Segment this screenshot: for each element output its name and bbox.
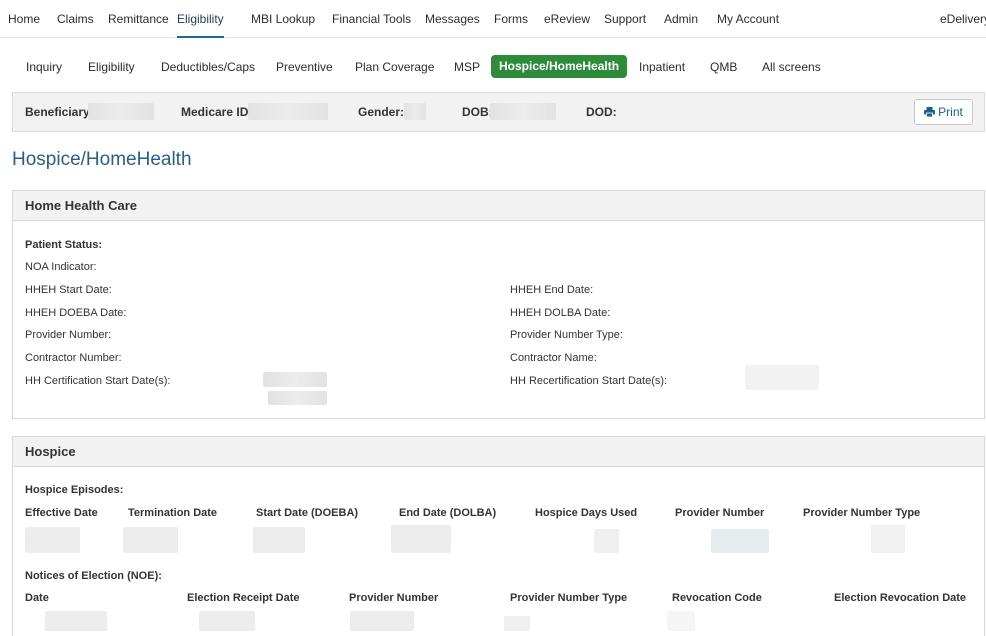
noe-provider-number-type-redacted xyxy=(504,616,530,631)
top-navigation: Home Claims Remittance Eligibility MBI L… xyxy=(0,0,986,38)
noe-label: Notices of Election (NOE): xyxy=(25,570,162,582)
episode-start-date-redacted xyxy=(253,527,305,553)
page-title: Hospice/HomeHealth xyxy=(12,149,192,170)
noe-date-redacted xyxy=(45,611,107,631)
col-start-date-doeba: Start Date (DOEBA) xyxy=(256,507,359,519)
hheh-start-date-label: HHEH Start Date: xyxy=(25,284,112,296)
episode-days-used-redacted xyxy=(594,529,619,553)
episode-termination-date-redacted xyxy=(123,527,178,553)
nav-admin[interactable]: Admin xyxy=(664,0,698,38)
hospice-header: Hospice xyxy=(13,437,984,467)
nav-financial-tools[interactable]: Financial Tools xyxy=(332,0,411,38)
home-health-panel: Home Health Care Patient Status: NOA Ind… xyxy=(12,190,985,419)
tab-inpatient[interactable]: Inpatient xyxy=(639,56,685,78)
nav-eligibility[interactable]: Eligibility xyxy=(177,0,224,38)
hh-recertification-start-label: HH Recertification Start Date(s): xyxy=(510,375,668,387)
episode-provider-number-redacted xyxy=(711,529,769,553)
contractor-number-label: Contractor Number: xyxy=(25,352,122,364)
col-hospice-days-used: Hospice Days Used xyxy=(535,507,638,519)
nav-home[interactable]: Home xyxy=(8,0,40,38)
col-end-date-dolba: End Date (DOLBA) xyxy=(399,507,497,519)
nav-mbi-lookup[interactable]: MBI Lookup xyxy=(251,0,315,38)
hh-certification-start-label: HH Certification Start Date(s): xyxy=(25,375,171,387)
tab-deductibles-caps[interactable]: Deductibles/Caps xyxy=(161,56,255,78)
tab-preventive[interactable]: Preventive xyxy=(276,56,333,78)
tab-all-screens[interactable]: All screens xyxy=(762,56,821,78)
nav-edelivery[interactable]: eDelivery xyxy=(940,0,986,38)
dob-label: DOB: xyxy=(462,105,493,119)
printer-icon xyxy=(924,107,936,117)
hh-cert-date-2-redacted xyxy=(268,391,327,405)
noe-receipt-date-redacted xyxy=(199,611,255,631)
noe-col-election-receipt-date: Election Receipt Date xyxy=(187,592,300,604)
medicare-id-label: Medicare ID: xyxy=(181,105,253,119)
provider-number-label: Provider Number: xyxy=(25,329,112,341)
nav-my-account[interactable]: My Account xyxy=(717,0,779,38)
tab-eligibility[interactable]: Eligibility xyxy=(88,56,135,78)
nav-support[interactable]: Support xyxy=(604,0,646,38)
medicare-id-value-redacted xyxy=(248,103,328,120)
tab-plan-coverage[interactable]: Plan Coverage xyxy=(355,56,434,78)
hospice-panel: Hospice Hospice Episodes: Effective Date… xyxy=(12,436,985,636)
sub-navigation: Inquiry Eligibility Deductibles/Caps Pre… xyxy=(0,38,986,90)
print-button[interactable]: Print xyxy=(914,99,973,125)
contractor-name-label: Contractor Name: xyxy=(510,352,597,364)
hh-recert-date-redacted xyxy=(745,365,819,390)
noa-indicator-label: NOA Indicator: xyxy=(25,261,97,273)
nav-messages[interactable]: Messages xyxy=(425,0,480,38)
tab-msp[interactable]: MSP xyxy=(454,56,480,78)
nav-claims[interactable]: Claims xyxy=(57,0,94,38)
noe-col-date: Date xyxy=(25,592,49,604)
col-provider-number-type: Provider Number Type xyxy=(803,507,921,519)
gender-label: Gender: xyxy=(358,105,405,119)
noe-col-provider-number: Provider Number xyxy=(349,592,439,604)
noe-revocation-code-redacted xyxy=(667,611,695,631)
nav-ereview[interactable]: eReview xyxy=(544,0,590,38)
hheh-doeba-date-label: HHEH DOEBA Date: xyxy=(25,307,127,319)
episode-provider-number-type-redacted xyxy=(871,525,905,553)
beneficiary-label: Beneficiary: xyxy=(25,105,94,119)
col-provider-number: Provider Number xyxy=(675,507,765,519)
episode-end-date-redacted xyxy=(391,525,451,553)
noe-provider-number-redacted xyxy=(350,611,414,631)
col-termination-date: Termination Date xyxy=(128,507,218,519)
dod-label: DOD: xyxy=(586,105,617,119)
noe-col-provider-number-type: Provider Number Type xyxy=(510,592,628,604)
provider-number-type-label: Provider Number Type: xyxy=(510,329,623,341)
nav-forms[interactable]: Forms xyxy=(494,0,528,38)
print-label: Print xyxy=(938,105,963,119)
hospice-episodes-label: Hospice Episodes: xyxy=(25,484,124,496)
episode-effective-date-redacted xyxy=(25,527,80,553)
hheh-dolba-date-label: HHEH DOLBA Date: xyxy=(510,307,611,319)
tab-hospice-homehealth[interactable]: Hospice/HomeHealth xyxy=(491,55,628,78)
patient-status-label: Patient Status: xyxy=(25,239,103,251)
hheh-end-date-label: HHEH End Date: xyxy=(510,284,594,296)
tab-qmb[interactable]: QMB xyxy=(710,56,737,78)
dob-value-redacted xyxy=(490,103,556,120)
nav-remittance[interactable]: Remittance xyxy=(108,0,169,38)
beneficiary-value-redacted xyxy=(88,103,154,120)
tab-inquiry[interactable]: Inquiry xyxy=(26,56,62,78)
hh-cert-date-1-redacted xyxy=(263,372,327,387)
home-health-header: Home Health Care xyxy=(13,191,984,221)
noe-col-revocation-code: Revocation Code xyxy=(672,592,762,604)
beneficiary-bar: Beneficiary: Medicare ID: Gender: DOB: D… xyxy=(12,92,985,132)
gender-value-redacted xyxy=(404,103,426,120)
noe-col-election-revocation-date: Election Revocation Date xyxy=(834,592,967,604)
col-effective-date: Effective Date xyxy=(25,507,98,519)
